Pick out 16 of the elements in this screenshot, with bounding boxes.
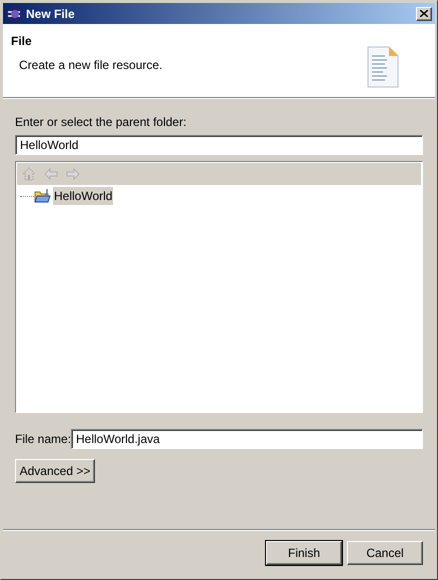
close-icon bbox=[420, 10, 428, 17]
close-button[interactable] bbox=[416, 6, 432, 20]
dialog-button[interactable]: Cancel bbox=[347, 541, 423, 565]
dialog-button[interactable]: Finish bbox=[266, 541, 342, 565]
file-name-field[interactable]: HelloWorld.java bbox=[71, 429, 423, 449]
advanced-button[interactable]: Advanced >> bbox=[15, 459, 95, 483]
project-folder-icon bbox=[34, 188, 51, 204]
parent-folder-label: Enter or select the parent folder: bbox=[15, 114, 188, 131]
header-description: Create a new file resource. bbox=[19, 57, 162, 74]
tree-item[interactable]: HelloWorld bbox=[53, 187, 114, 205]
header-title: File bbox=[11, 33, 33, 50]
document-icon bbox=[367, 46, 399, 88]
window-title: New File bbox=[26, 6, 75, 22]
parent-folder-field[interactable]: HelloWorld bbox=[15, 135, 423, 155]
file-name-label: File name: bbox=[15, 431, 71, 448]
app-logo-icon bbox=[6, 6, 22, 22]
